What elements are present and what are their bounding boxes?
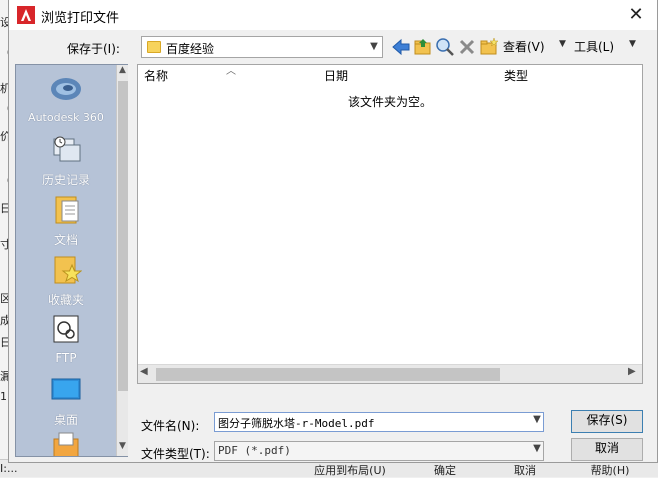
file-name-label: 文件名(N): bbox=[141, 419, 200, 433]
place-history[interactable]: 历史记录 bbox=[16, 131, 116, 189]
places-scrollbar[interactable]: ▲ ▼ bbox=[116, 65, 128, 456]
bg-ok-button[interactable]: 确定 bbox=[410, 462, 480, 478]
tools-menu[interactable]: 工具(L) bbox=[574, 38, 614, 55]
place-desktop[interactable]: 桌面 bbox=[16, 371, 116, 429]
file-type-label: 文件类型(T): bbox=[141, 447, 210, 461]
save-button[interactable]: 保存(S) bbox=[571, 410, 643, 433]
scroll-thumb[interactable] bbox=[118, 81, 128, 391]
place-ftp[interactable]: FTP bbox=[16, 311, 116, 369]
places-sidebar: Autodesk 360 历史记录 文档 收藏夹 FTP 桌面 ▲ ▼ bbox=[15, 64, 128, 457]
column-date-label: 日期 bbox=[324, 69, 349, 83]
title-bar[interactable]: 浏览打印文件 ✕ bbox=[9, 0, 657, 30]
place-more[interactable] bbox=[16, 431, 116, 456]
bg-help-button[interactable]: 帮助(H) bbox=[570, 462, 650, 478]
empty-folder-message: 该文件夹为空。 bbox=[348, 95, 433, 109]
column-size-label: 大 bbox=[642, 69, 643, 83]
dialog-title: 浏览打印文件 bbox=[41, 11, 120, 26]
search-web-icon[interactable] bbox=[435, 37, 455, 57]
scroll-thumb[interactable] bbox=[156, 368, 500, 381]
file-list[interactable]: 名称 ︿ 日期 类型 大 该文件夹为空。 ◀ ▶ bbox=[137, 64, 643, 384]
view-menu[interactable]: 查看(V) bbox=[503, 38, 545, 55]
save-in-dropdown[interactable]: 百度经验 ▼ bbox=[141, 36, 383, 58]
dropdown-arrow-icon[interactable]: ▼ bbox=[629, 39, 636, 49]
places-list: Autodesk 360 历史记录 文档 收藏夹 FTP 桌面 bbox=[16, 65, 116, 456]
column-name-label: 名称 bbox=[144, 69, 169, 83]
place-label: 历史记录 bbox=[41, 173, 90, 187]
save-in-label: 保存于(I): bbox=[67, 42, 120, 56]
bg-cancel-button[interactable]: 取消 bbox=[490, 462, 560, 478]
bg-apply-layout-button[interactable]: 应用到布局(U) bbox=[300, 462, 400, 478]
close-button[interactable]: ✕ bbox=[621, 2, 651, 28]
favorites-icon bbox=[54, 256, 82, 284]
scroll-left-icon[interactable]: ◀ bbox=[140, 366, 148, 377]
place-favorites[interactable]: 收藏夹 bbox=[16, 251, 116, 309]
bg-bottom-text: I:... bbox=[0, 462, 18, 475]
folder-icon bbox=[147, 41, 161, 53]
autocad-app-icon bbox=[17, 6, 35, 24]
place-autodesk360[interactable]: Autodesk 360 bbox=[16, 71, 116, 129]
file-type-dropdown[interactable]: PDF (*.pdf) ▼ bbox=[214, 441, 544, 461]
documents-icon bbox=[55, 196, 79, 224]
column-type-label: 类型 bbox=[504, 69, 529, 83]
place-documents[interactable]: 文档 bbox=[16, 191, 116, 249]
autodesk360-icon bbox=[51, 78, 81, 100]
column-header-name[interactable]: 名称 ︿ bbox=[138, 65, 325, 87]
place-label: Autodesk 360 bbox=[28, 111, 104, 124]
save-in-value: 百度经验 bbox=[166, 42, 215, 56]
ftp-icon bbox=[53, 315, 79, 343]
chevron-down-icon[interactable]: ▼ bbox=[367, 39, 381, 55]
chevron-down-icon[interactable]: ▼ bbox=[531, 414, 543, 425]
browse-plot-file-dialog: 浏览打印文件 ✕ 保存于(I): 百度经验 ▼ 查看(V) ▼ 工具(L) ▼ bbox=[8, 0, 658, 463]
place-label: 收藏夹 bbox=[47, 293, 84, 307]
file-name-input[interactable]: 图分子筛脱水塔-r-Model.pdf ▼ bbox=[214, 412, 544, 432]
chevron-down-icon[interactable]: ▼ bbox=[531, 443, 543, 454]
scroll-up-icon[interactable]: ▲ bbox=[117, 65, 128, 79]
delete-icon[interactable] bbox=[457, 37, 477, 57]
folder-partial-icon bbox=[53, 432, 79, 456]
sort-ascending-icon: ︿ bbox=[226, 66, 236, 77]
column-header-size[interactable]: 大 bbox=[636, 65, 643, 87]
dropdown-arrow-icon[interactable]: ▼ bbox=[559, 39, 566, 49]
column-header-type[interactable]: 类型 bbox=[498, 65, 642, 87]
desktop-icon bbox=[51, 378, 81, 400]
history-icon bbox=[53, 136, 81, 162]
up-folder-icon[interactable] bbox=[413, 37, 433, 57]
place-label: FTP bbox=[55, 351, 77, 365]
place-label: 桌面 bbox=[53, 413, 78, 427]
column-header-date[interactable]: 日期 bbox=[318, 65, 505, 87]
scroll-down-icon[interactable]: ▼ bbox=[117, 441, 128, 455]
new-folder-icon[interactable] bbox=[479, 37, 499, 57]
back-icon[interactable] bbox=[391, 37, 411, 57]
cancel-button[interactable]: 取消 bbox=[571, 438, 643, 461]
horizontal-scrollbar[interactable]: ◀ ▶ bbox=[138, 364, 642, 383]
scroll-right-icon[interactable]: ▶ bbox=[628, 366, 636, 377]
file-type-value: PDF (*.pdf) bbox=[218, 444, 291, 457]
file-name-value: 图分子筛脱水塔-r-Model.pdf bbox=[218, 417, 375, 430]
place-label: 文档 bbox=[53, 233, 78, 247]
